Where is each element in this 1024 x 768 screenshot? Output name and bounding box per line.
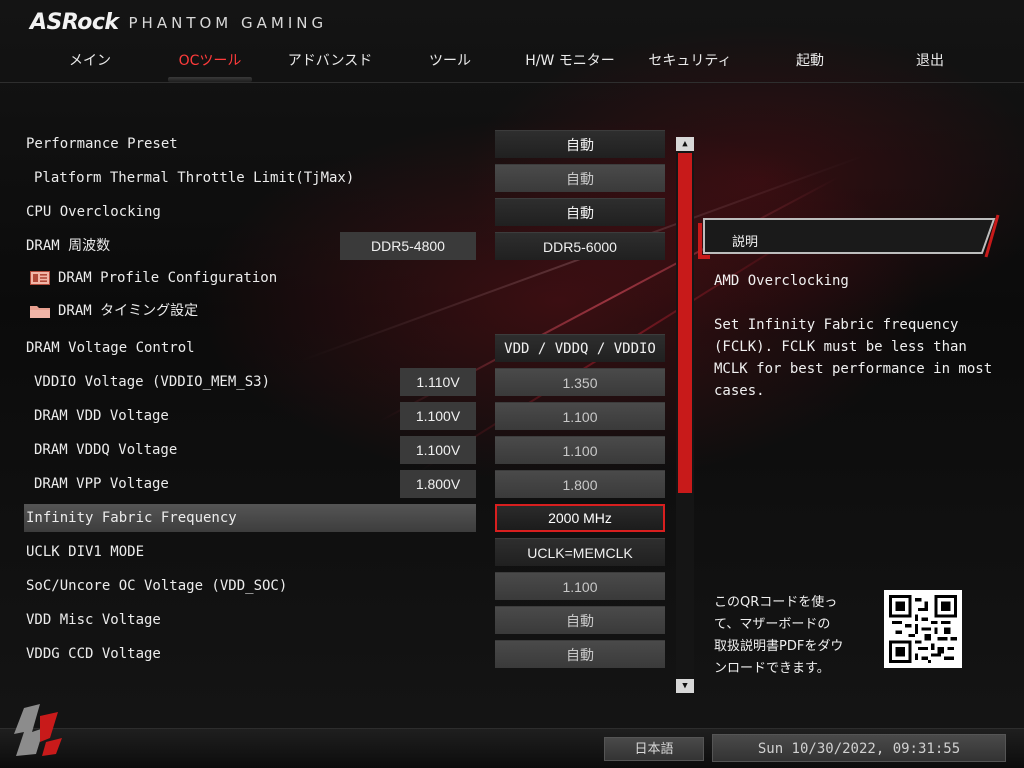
description-title: 説明 [732, 235, 759, 250]
brand-subtitle: PHANTOM GAMING [128, 13, 328, 32]
setting-label: Platform Thermal Throttle Limit(TjMax) [34, 170, 355, 186]
setting-label: DRAM Voltage Control [26, 340, 195, 356]
setting-row-infinity-fabric-frequency[interactable]: Infinity Fabric Frequency 2000 MHz [24, 504, 666, 532]
language-button[interactable]: 日本語 [604, 737, 704, 761]
setting-row-vddg-ccd-voltage[interactable]: VDDG CCD Voltage 自動 [24, 640, 666, 668]
setting-label: DRAM タイミング設定 [58, 303, 199, 319]
setting-label: VDD Misc Voltage [26, 612, 161, 628]
description-line: (FCLK). FCLK must be less than [714, 339, 967, 355]
description-line: cases. [714, 383, 765, 399]
setting-label: VDDG CCD Voltage [26, 646, 161, 662]
setting-row-dram-voltage-control[interactable]: DRAM Voltage Control VDD / VDDQ / VDDIO [24, 334, 666, 362]
setting-row-dram-timing[interactable]: DRAM タイミング設定 [24, 297, 666, 325]
setting-row-vddio-voltage[interactable]: VDDIO Voltage (VDDIO_MEM_S3) 1.110V 1.35… [24, 368, 666, 396]
datetime-display: Sun 10/30/2022, 09:31:55 [712, 734, 1006, 762]
setting-label: DRAM VDDQ Voltage [34, 442, 178, 458]
qr-line: ンロードできます。 [714, 661, 830, 676]
description-line: MCLK for best performance in most [714, 361, 993, 377]
setting-row-cpu-overclocking[interactable]: CPU Overclocking 自動 [24, 198, 666, 226]
soc-voltage-value[interactable]: 1.100 [495, 572, 665, 600]
vddg-ccd-value[interactable]: 自動 [495, 640, 665, 668]
arrow-up-icon[interactable]: ▲ [676, 137, 694, 151]
description-heading: AMD Overclocking [714, 273, 849, 289]
tab-security[interactable]: セキュリティ [630, 50, 750, 74]
tab-hw-monitor[interactable]: H/W モニター [510, 50, 630, 74]
performance-preset-value[interactable]: 自動 [495, 130, 665, 158]
cpu-overclocking-value[interactable]: 自動 [495, 198, 665, 226]
scroll-thumb[interactable] [678, 153, 692, 493]
setting-label: VDDIO Voltage (VDDIO_MEM_S3) [34, 374, 271, 390]
arrow-down-icon[interactable]: ▼ [676, 679, 694, 693]
tab-oc-tweaker[interactable]: OCツール [150, 50, 270, 82]
brand-header: ASRock PHANTOM GAMING [30, 10, 327, 35]
tab-boot[interactable]: 起動 [750, 50, 870, 74]
setting-row-dram-frequency[interactable]: DRAM 周波数 DDR5-4800 DDR5-6000 [24, 232, 666, 260]
setting-row-dram-vddq-voltage[interactable]: DRAM VDDQ Voltage 1.100V 1.100 [24, 436, 666, 464]
tab-main[interactable]: メイン [30, 50, 150, 74]
setting-row-vdd-misc-voltage[interactable]: VDD Misc Voltage 自動 [24, 606, 666, 634]
dram-vpp-value[interactable]: 1.800 [495, 470, 665, 498]
setting-row-performance-preset[interactable]: Performance Preset 自動 [24, 130, 666, 158]
setting-label: Performance Preset [26, 136, 178, 152]
phantom-gaming-logo-icon [14, 704, 62, 756]
dram-frequency-value[interactable]: DDR5-6000 [495, 232, 665, 260]
setting-row-uclk-div1-mode[interactable]: UCLK DIV1 MODE UCLK=MEMCLK [24, 538, 666, 566]
qr-code-icon [884, 590, 962, 668]
dram-vddq-current: 1.100V [400, 436, 476, 464]
setting-row-dram-vpp-voltage[interactable]: DRAM VPP Voltage 1.800V 1.800 [24, 470, 666, 498]
main-tabs: メイン OCツール アドバンスド ツール H/W モニター セキュリティ 起動 … [30, 50, 990, 82]
tjmax-value[interactable]: 自動 [495, 164, 665, 192]
qr-line: て、マザーボードの [714, 617, 831, 632]
setting-label: DRAM VDD Voltage [34, 408, 169, 424]
qr-line: このQRコードを使っ [714, 595, 838, 610]
setting-row-dram-vdd-voltage[interactable]: DRAM VDD Voltage 1.100V 1.100 [24, 402, 666, 430]
dram-vdd-current: 1.100V [400, 402, 476, 430]
qr-description: このQRコードを使っ て、マザーボードの 取扱説明書PDFをダウ ンロードできま… [714, 592, 874, 680]
vddio-value[interactable]: 1.350 [495, 368, 665, 396]
setting-label: DRAM VPP Voltage [34, 476, 169, 492]
brand-logo: ASRock [30, 10, 119, 35]
setting-label: CPU Overclocking [26, 204, 161, 220]
setting-row-tjmax[interactable]: Platform Thermal Throttle Limit(TjMax) 自… [24, 164, 666, 192]
header-divider [0, 82, 1024, 83]
infinity-fabric-frequency-value[interactable]: 2000 MHz [495, 504, 665, 532]
setting-label: DRAM 周波数 [26, 238, 111, 254]
dram-frequency-current: DDR5-4800 [340, 232, 476, 260]
dram-voltage-control-value[interactable]: VDD / VDDQ / VDDIO [495, 334, 665, 362]
dram-vpp-current: 1.800V [400, 470, 476, 498]
setting-row-soc-voltage[interactable]: SoC/Uncore OC Voltage (VDD_SOC) 1.100 [24, 572, 666, 600]
setting-label: UCLK DIV1 MODE [26, 544, 145, 560]
description-body: Set Infinity Fabric frequency (FCLK). FC… [714, 314, 1004, 402]
qr-line: 取扱説明書PDFをダウ [714, 639, 844, 654]
vddio-current: 1.110V [400, 368, 476, 396]
vdd-misc-value[interactable]: 自動 [495, 606, 665, 634]
description-line: Set Infinity Fabric frequency [714, 317, 959, 333]
settings-scrollbar[interactable]: ▲ ▼ [676, 137, 694, 693]
dram-vddq-value[interactable]: 1.100 [495, 436, 665, 464]
dram-vdd-value[interactable]: 1.100 [495, 402, 665, 430]
tab-exit[interactable]: 退出 [870, 50, 990, 74]
setting-label: Infinity Fabric Frequency [26, 510, 237, 526]
profile-card-icon [30, 271, 50, 285]
tab-tool[interactable]: ツール [390, 50, 510, 74]
uclk-div1-mode-value[interactable]: UCLK=MEMCLK [495, 538, 665, 566]
tab-advanced[interactable]: アドバンスド [270, 50, 390, 74]
setting-label: SoC/Uncore OC Voltage (VDD_SOC) [26, 578, 288, 594]
setting-label: DRAM Profile Configuration [58, 270, 278, 286]
setting-row-dram-profile[interactable]: DRAM Profile Configuration [24, 264, 666, 292]
folder-icon [30, 306, 50, 318]
